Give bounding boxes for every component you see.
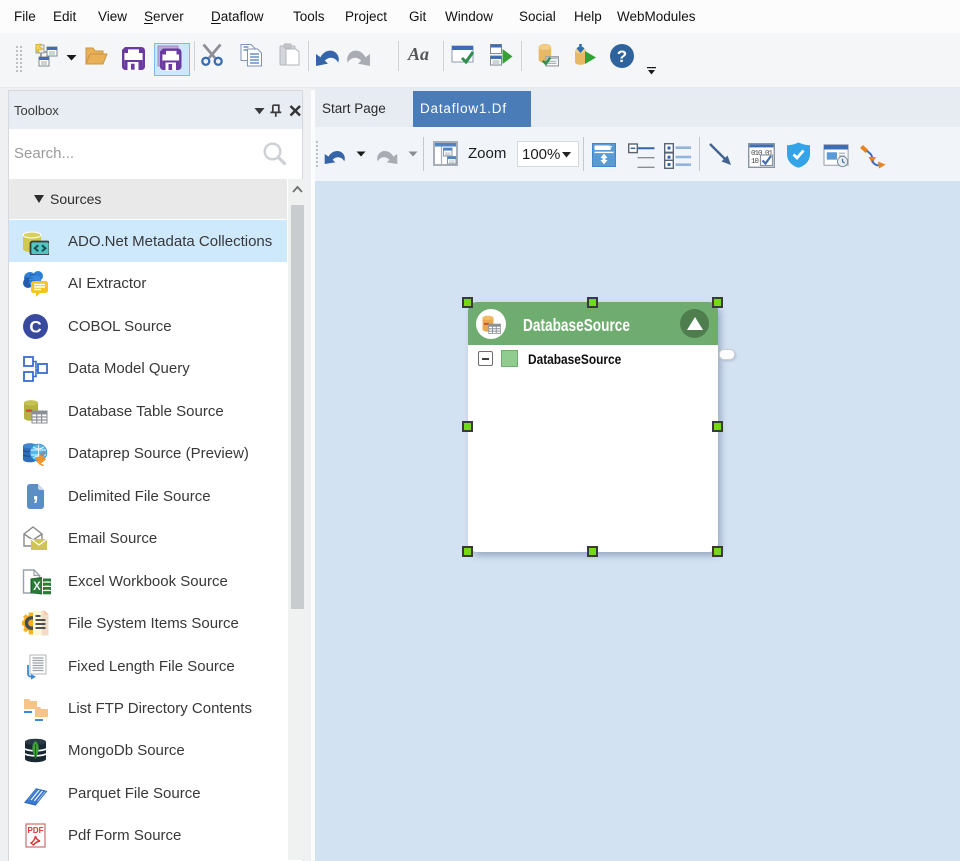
svg-text:PDF: PDF [28,826,44,835]
svg-text:X: X [33,581,41,593]
svg-text:?: ? [617,47,627,66]
svg-text:C: C [29,317,41,336]
svg-text:,: , [32,483,38,505]
